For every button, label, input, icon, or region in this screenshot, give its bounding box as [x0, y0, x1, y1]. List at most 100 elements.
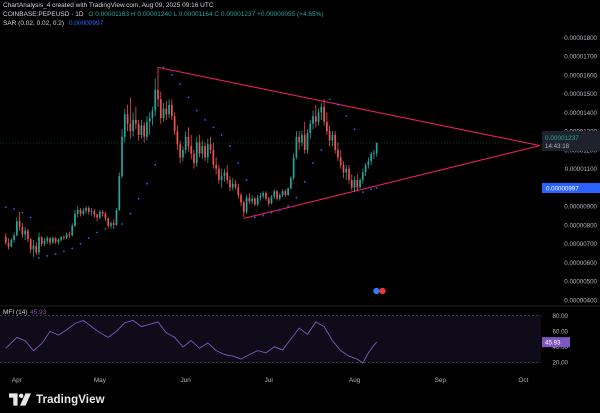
mfi-tick-label: 80.00	[553, 313, 569, 320]
sar-dot	[79, 242, 82, 245]
sar-dot	[38, 256, 40, 259]
candle-body	[79, 209, 82, 214]
candle-body	[278, 194, 281, 199]
price-tick-label: 0.00000400	[564, 298, 597, 305]
price-tick-label: 0.00001100	[565, 166, 598, 173]
sar-dot	[71, 247, 74, 250]
sar-dot	[295, 196, 298, 199]
sar-dot	[220, 134, 223, 136]
candle-body	[345, 168, 348, 173]
candle-body	[143, 125, 146, 137]
last-price-value: 0.00001237	[545, 135, 579, 142]
candle-body	[306, 133, 309, 150]
candle-body	[110, 223, 112, 226]
sar-dot	[29, 216, 32, 219]
sar-dot	[353, 128, 356, 131]
candle-body	[162, 108, 165, 119]
sar-badge-value: 0.00000997	[546, 185, 579, 192]
candle-body	[101, 211, 104, 214]
sar-dot	[312, 162, 314, 164]
x-tick-label: Jul	[265, 377, 273, 384]
candle-body	[96, 214, 98, 218]
candle-body	[99, 211, 101, 218]
sar-dot	[154, 164, 157, 166]
candle-body	[245, 197, 248, 212]
candle-body	[190, 146, 193, 154]
event-flag-icon	[379, 287, 386, 295]
candle-body	[301, 134, 303, 143]
mfi-legend-value: 45.93	[30, 309, 47, 316]
sar-legend-value: 0.00000997	[68, 20, 104, 27]
candle-body	[126, 114, 129, 124]
sar-dot	[287, 205, 290, 208]
candle-body	[303, 134, 306, 150]
candle-body	[63, 237, 65, 239]
candle-body	[350, 179, 353, 188]
candle-body	[74, 213, 76, 226]
sar-dot	[121, 223, 123, 225]
price-tick-label: 0.00000900	[564, 204, 597, 211]
x-tick-label: May	[94, 377, 107, 384]
candle-body	[204, 146, 206, 158]
candle-body	[334, 134, 337, 150]
tradingview-logo-icon	[9, 393, 31, 406]
candle-body	[40, 237, 43, 244]
tradingview-brand[interactable]: TradingView	[9, 393, 105, 406]
candle-body	[309, 123, 312, 134]
sar-dot	[170, 73, 173, 76]
sar-dot	[137, 197, 140, 200]
candle-body	[356, 179, 359, 188]
candle-body	[173, 116, 176, 132]
candle-body	[290, 178, 292, 189]
candle-body	[87, 208, 90, 212]
candle-body	[220, 176, 223, 180]
candle-body	[49, 238, 51, 243]
candle-body	[206, 144, 209, 158]
sar-dot	[278, 209, 281, 211]
candle-body	[209, 144, 212, 150]
candle-body	[184, 136, 187, 150]
candle-body	[276, 191, 278, 199]
x-tick-label: Aug	[349, 377, 361, 384]
sar-dot	[345, 115, 348, 118]
candle-body	[4, 237, 7, 243]
candle-body	[24, 230, 27, 235]
sar-dot	[270, 211, 273, 214]
price-tick-label: 0.00001600	[564, 72, 597, 79]
candle-body	[29, 239, 32, 250]
candle-body	[281, 191, 284, 195]
candle-body	[140, 125, 143, 135]
candle-body	[115, 209, 118, 225]
candle-body	[46, 238, 49, 241]
candle-body	[90, 210, 93, 212]
ohlc-values: O 0.00001183 H 0.00001240 L 0.00001164 C…	[88, 11, 324, 18]
candle-body	[342, 164, 345, 173]
candle-body	[146, 121, 148, 137]
candle-body	[218, 168, 220, 180]
candle-body	[256, 197, 259, 205]
sar-dot	[96, 231, 99, 234]
price-tick-label: 0.00000800	[564, 222, 597, 229]
candle-body	[223, 172, 226, 177]
candle-body	[231, 183, 234, 188]
price-chart[interactable]: 0.00001800 0.00001700 0.00001600 0.00001500…	[0, 0, 600, 413]
candle-body	[159, 99, 162, 119]
candle-body	[148, 118, 151, 122]
candle-body	[195, 142, 198, 164]
candle-body	[212, 149, 215, 165]
candle-body	[85, 208, 87, 211]
candle-body	[65, 234, 68, 239]
candle-body	[170, 104, 173, 117]
candle-body	[27, 230, 29, 240]
candle-body	[298, 136, 301, 143]
sar-dot	[129, 212, 132, 215]
sar-dot	[162, 66, 165, 69]
candle-body	[259, 195, 262, 198]
candle-body	[112, 223, 115, 225]
candle-body	[71, 225, 74, 236]
candle-body	[314, 116, 317, 122]
candle-body	[13, 235, 15, 240]
candle-body	[51, 238, 54, 243]
candle-body	[43, 240, 46, 244]
candle-body	[251, 198, 253, 202]
